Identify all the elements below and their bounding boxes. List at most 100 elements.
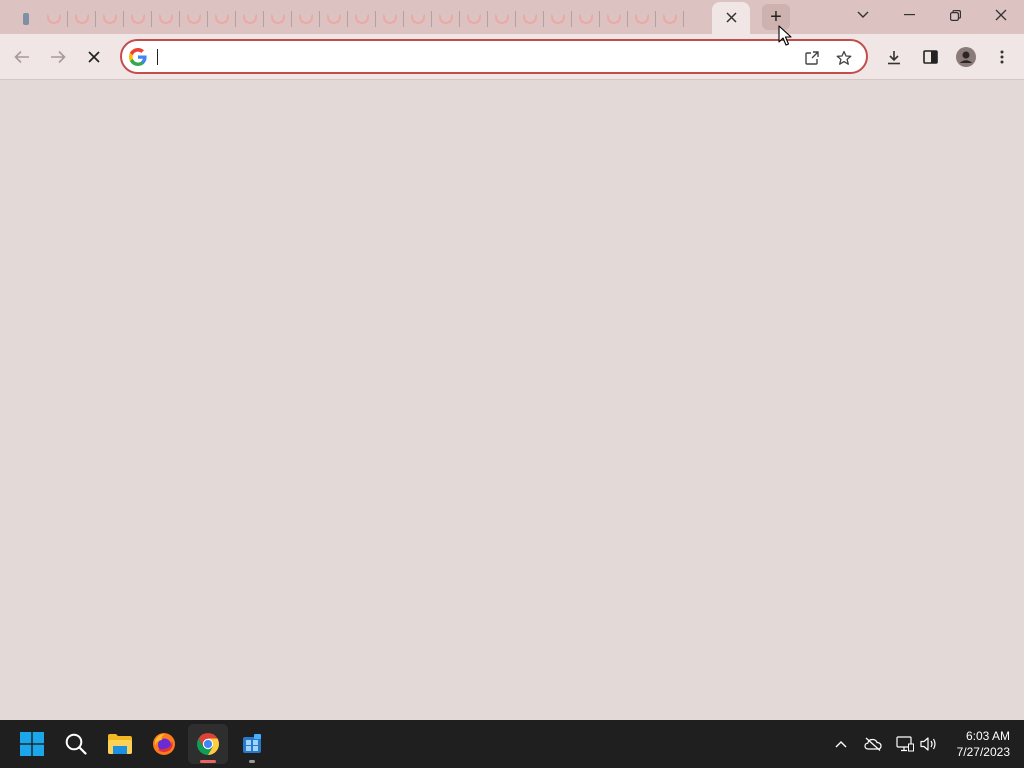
background-tab[interactable] — [600, 4, 628, 32]
google-g-icon — [129, 48, 147, 66]
background-tab[interactable] — [292, 4, 320, 32]
forward-button[interactable] — [42, 41, 74, 73]
arrow-left-icon — [14, 50, 29, 64]
background-tab[interactable] — [488, 4, 516, 32]
tab-favicon-icon — [47, 14, 61, 24]
back-button[interactable] — [6, 41, 38, 73]
address-bar[interactable] — [120, 39, 868, 74]
close-icon[interactable] — [725, 10, 737, 27]
app-icon — [243, 734, 261, 753]
side-panel-button[interactable] — [914, 41, 946, 73]
taskbar-app[interactable] — [232, 724, 272, 764]
running-app-indicator — [249, 760, 255, 763]
background-tab[interactable] — [656, 4, 684, 32]
background-tabs — [0, 0, 712, 34]
share-button[interactable] — [801, 47, 823, 69]
tab-favicon-icon — [271, 14, 285, 24]
clock-date: 7/27/2023 — [956, 745, 1010, 759]
tab-favicon-icon — [75, 14, 89, 24]
background-tab[interactable] — [12, 4, 40, 32]
clock-time: 6:03 AM — [965, 729, 1010, 743]
star-icon — [836, 50, 852, 65]
tab-favicon-icon — [355, 14, 369, 24]
close-icon — [995, 9, 1007, 21]
side-panel-icon — [922, 50, 938, 64]
windows-start-icon — [20, 732, 44, 756]
background-tab[interactable] — [68, 4, 96, 32]
start-button[interactable] — [12, 724, 52, 764]
active-app-indicator — [200, 760, 216, 763]
text-caret — [157, 49, 158, 65]
taskbar-file-explorer[interactable] — [100, 724, 140, 764]
tab-favicon-icon — [579, 14, 593, 24]
chevron-down-icon — [857, 11, 869, 18]
background-tab[interactable] — [628, 4, 656, 32]
close-icon — [88, 51, 100, 63]
tab-favicon-icon — [131, 14, 145, 24]
profile-button[interactable] — [950, 41, 982, 73]
page-content — [0, 81, 1024, 720]
chrome-icon — [197, 733, 219, 755]
onedrive-offline-icon — [864, 737, 882, 751]
tab-favicon-icon — [159, 14, 173, 24]
tab-favicon-icon — [467, 14, 481, 24]
background-tab[interactable] — [152, 4, 180, 32]
chevron-up-icon — [835, 741, 847, 748]
volume-tray-button[interactable] — [916, 732, 940, 756]
tab-favicon-icon — [383, 14, 397, 24]
taskbar-chrome[interactable] — [188, 724, 228, 764]
show-hidden-icons-button[interactable] — [829, 732, 853, 756]
background-tab[interactable] — [96, 4, 124, 32]
file-explorer-icon — [108, 734, 132, 754]
background-tab[interactable] — [348, 4, 376, 32]
restore-button[interactable] — [932, 0, 978, 30]
background-tab[interactable] — [180, 4, 208, 32]
tab-favicon-icon — [187, 14, 201, 24]
taskbar: 6:03 AM 7/27/2023 — [0, 720, 1024, 768]
tab-strip: + — [0, 0, 1024, 34]
background-tab[interactable] — [208, 4, 236, 32]
background-tab[interactable] — [236, 4, 264, 32]
downloads-button[interactable] — [878, 41, 910, 73]
stop-loading-button[interactable] — [78, 41, 110, 73]
tab-search-button[interactable] — [840, 0, 886, 30]
tab-favicon-icon — [327, 14, 341, 24]
minimize-icon — [903, 14, 915, 16]
background-tab[interactable] — [320, 4, 348, 32]
taskbar-firefox[interactable] — [144, 724, 184, 764]
background-tab[interactable] — [572, 4, 600, 32]
tab-favicon-icon — [299, 14, 313, 24]
background-tab[interactable] — [432, 4, 460, 32]
omnibox-input[interactable] — [160, 47, 800, 67]
network-tray-button[interactable] — [893, 732, 917, 756]
arrow-right-icon — [51, 50, 66, 64]
background-tab[interactable] — [404, 4, 432, 32]
background-tab[interactable] — [544, 4, 572, 32]
tab-favicon-icon — [523, 14, 537, 24]
background-tab[interactable] — [516, 4, 544, 32]
active-tab[interactable] — [712, 2, 750, 34]
background-tab[interactable] — [376, 4, 404, 32]
background-tab[interactable] — [124, 4, 152, 32]
onedrive-tray-button[interactable] — [861, 732, 885, 756]
close-window-button[interactable] — [978, 0, 1024, 30]
bookmark-button[interactable] — [833, 47, 855, 69]
menu-button[interactable] — [986, 41, 1018, 73]
browser-toolbar — [0, 34, 1024, 80]
network-icon — [896, 736, 914, 752]
tab-favicon-icon — [243, 14, 257, 24]
taskbar-search-button[interactable] — [56, 724, 96, 764]
firefox-icon — [153, 733, 175, 755]
background-tab[interactable] — [264, 4, 292, 32]
tab-favicon-icon — [495, 14, 509, 24]
tab-favicon-icon — [439, 14, 453, 24]
system-clock[interactable]: 6:03 AM 7/27/2023 — [957, 728, 1010, 760]
background-tab[interactable] — [460, 4, 488, 32]
background-tab[interactable] — [40, 4, 68, 32]
tab-favicon-icon — [23, 13, 29, 25]
tab-favicon-icon — [215, 14, 229, 24]
search-icon — [65, 733, 87, 755]
minimize-button[interactable] — [886, 0, 932, 30]
download-icon — [888, 50, 900, 64]
tab-favicon-icon — [103, 14, 117, 24]
